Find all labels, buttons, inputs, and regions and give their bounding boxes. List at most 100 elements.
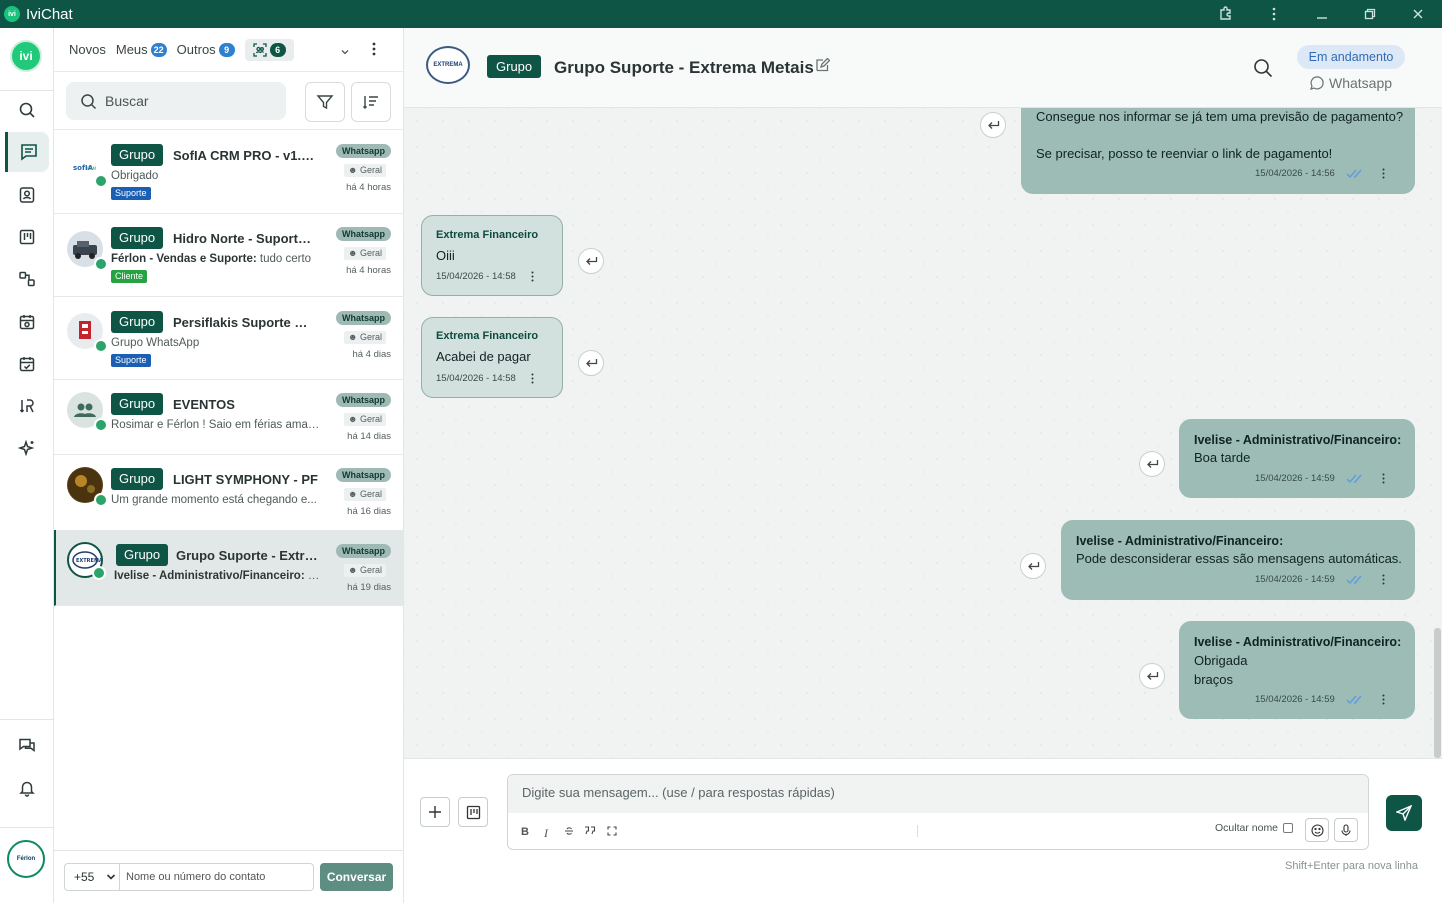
reply-icon[interactable] <box>578 350 604 376</box>
message-bubble-outgoing[interactable]: Ivelise - Administrativo/Financeiro: Boa… <box>1179 419 1415 498</box>
bell-icon[interactable] <box>5 768 49 808</box>
message-sender: Extrema Financeiro <box>436 330 539 342</box>
user-avatar[interactable]: ivi <box>10 40 42 72</box>
hide-name-toggle[interactable]: Ocultar nome <box>1215 822 1294 834</box>
extensions-icon[interactable] <box>1202 0 1250 28</box>
flow-icon[interactable] <box>5 259 49 299</box>
message-meta: 15/04/2026 - 14:59 <box>1255 473 1385 484</box>
message-time: 15/04/2026 - 14:59 <box>1255 574 1335 585</box>
reply-icon[interactable] <box>1139 451 1165 477</box>
filter-button[interactable] <box>305 82 345 122</box>
message-meta: 15/04/2026 - 14:58 <box>436 271 534 282</box>
message-meta: 15/04/2026 - 14:58 <box>436 373 534 384</box>
chat-icon[interactable] <box>5 132 49 172</box>
close-icon[interactable] <box>1394 0 1442 28</box>
conversation-item-active[interactable]: EXTREMA Grupo Grupo Suporte - Extre... I… <box>54 530 404 606</box>
scrollbar-thumb[interactable] <box>1434 628 1441 758</box>
integrations-icon[interactable] <box>5 386 49 426</box>
conversation-item[interactable]: Grupo Hidro Norte - Suporte ... Férlon -… <box>54 213 404 297</box>
contacts-icon[interactable] <box>5 175 49 215</box>
conversation-item[interactable]: Grupo EVENTOS Rosimar e Férlon ! Saio em… <box>54 379 404 455</box>
tab-meus[interactable]: Meus 22 <box>116 42 167 57</box>
more-vertical-icon[interactable] <box>372 41 376 62</box>
microphone-button[interactable] <box>1334 818 1358 842</box>
quote-icon[interactable] <box>584 826 596 839</box>
more-vertical-icon[interactable] <box>531 271 534 282</box>
more-vertical-icon[interactable] <box>1250 0 1298 28</box>
more-vertical-icon[interactable] <box>1382 473 1385 484</box>
rail-divider <box>0 827 54 828</box>
message-bubble-outgoing[interactable]: Consegue nos informar se já tem uma prev… <box>1021 108 1415 194</box>
chevron-down-icon <box>107 874 116 880</box>
message-text: Acabei de pagar <box>436 349 531 364</box>
search-icon[interactable] <box>5 90 49 130</box>
chevron-down-icon[interactable] <box>340 44 350 62</box>
toolbar-divider <box>917 825 918 837</box>
window-controls <box>1202 0 1442 28</box>
message-time: 15/04/2026 - 14:59 <box>1255 694 1335 705</box>
message-bubble-outgoing[interactable]: Ivelise - Administrativo/Financeiro: Pod… <box>1061 520 1415 600</box>
conversation-title: SofIA CRM PRO - v1.6.... <box>173 148 318 163</box>
reply-icon[interactable] <box>1020 553 1046 579</box>
expand-icon[interactable] <box>607 826 617 839</box>
tab-novos[interactable]: Novos <box>69 42 106 57</box>
bold-button[interactable]: B <box>521 826 529 838</box>
conversation-item[interactable]: Grupo LIGHT SYMPHONY - PF Um grande mome… <box>54 454 404 531</box>
emoji-button[interactable] <box>1305 818 1329 842</box>
edit-icon[interactable] <box>815 57 831 78</box>
ai-sparkle-icon[interactable] <box>5 428 49 468</box>
channel-tag: Whatsapp <box>335 144 391 158</box>
kanban-button[interactable] <box>458 797 488 827</box>
chat-header: EXTREMA Grupo Grupo Suporte - Extrema Me… <box>404 28 1442 108</box>
tab-label: Novos <box>69 42 106 57</box>
strikethrough-icon[interactable] <box>564 826 574 839</box>
message-bubble-incoming[interactable]: Extrema Financeiro Oiii 15/04/2026 - 14:… <box>421 215 563 296</box>
status-badge[interactable]: Em andamento <box>1297 45 1405 69</box>
country-code-select[interactable]: +55 <box>64 863 120 891</box>
sort-button[interactable] <box>351 82 391 122</box>
start-conversation-button[interactable]: Conversar <box>320 863 393 891</box>
kanban-icon[interactable] <box>5 217 49 257</box>
conversation-title: Hidro Norte - Suporte ... <box>173 231 318 246</box>
group-avatar[interactable]: EXTREMA <box>426 46 470 84</box>
tab-groups[interactable]: 6 <box>244 38 294 61</box>
italic-button[interactable]: I <box>544 826 548 841</box>
reply-icon[interactable] <box>1139 663 1165 689</box>
company-logo[interactable]: Férlon <box>7 840 45 878</box>
send-button[interactable] <box>1386 795 1422 831</box>
composer-input-area <box>508 775 1368 815</box>
restore-icon[interactable] <box>1346 0 1394 28</box>
channel-tag: Whatsapp <box>335 468 391 482</box>
message-area[interactable]: Consegue nos informar se já tem uma prev… <box>404 108 1434 758</box>
message-bubble-incoming[interactable]: Extrema Financeiro Acabei de pagar 15/04… <box>421 317 563 398</box>
conversation-item[interactable]: Grupo Persiflakis Suporte Ma... Grupo Wh… <box>54 296 404 380</box>
title-bar: ivi IviChat <box>0 0 1442 28</box>
reply-icon[interactable] <box>980 112 1006 138</box>
send-icon <box>1396 805 1412 821</box>
app-title: IviChat <box>26 5 73 23</box>
hide-name-checkbox[interactable] <box>1283 823 1294 833</box>
conversation-preview: Férlon - Vendas e Suporte: tudo certo <box>111 253 312 265</box>
more-vertical-icon[interactable] <box>1382 574 1385 585</box>
more-vertical-icon[interactable] <box>1382 694 1385 705</box>
message-input[interactable] <box>522 785 1362 815</box>
search-input[interactable] <box>105 93 265 109</box>
search-row <box>54 72 403 130</box>
calendar-check-icon[interactable] <box>5 344 49 384</box>
message-bubble-outgoing[interactable]: Ivelise - Administrativo/Financeiro: Obr… <box>1179 621 1415 719</box>
tab-outros[interactable]: Outros 9 <box>177 42 235 57</box>
conversation-item[interactable]: sofIA CRM Grupo SofIA CRM PRO - v1.6.... … <box>54 130 404 214</box>
conversation-preview: Grupo WhatsApp <box>111 337 200 349</box>
group-tag: Grupo <box>487 55 542 78</box>
internal-chat-icon[interactable] <box>5 726 49 766</box>
minimize-icon[interactable] <box>1298 0 1346 28</box>
more-vertical-icon[interactable] <box>1382 168 1385 179</box>
message-text: Se precisar, posso te reenviar o link de… <box>1036 146 1333 161</box>
more-vertical-icon[interactable] <box>531 373 534 384</box>
reply-icon[interactable] <box>578 248 604 274</box>
conversation-time: há 14 dias <box>347 431 391 442</box>
schedule-icon[interactable] <box>5 302 49 342</box>
attach-button[interactable] <box>420 797 450 827</box>
contact-number-input[interactable] <box>126 864 306 890</box>
search-icon[interactable] <box>1253 58 1273 83</box>
